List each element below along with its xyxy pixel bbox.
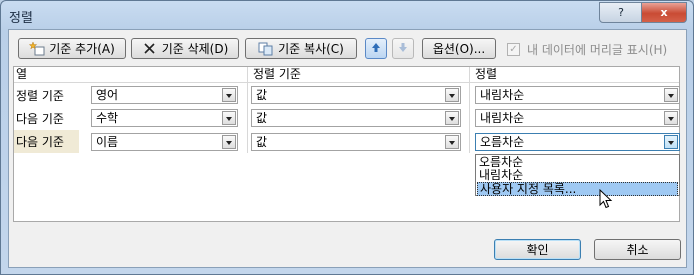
add-level-label: 기준 추가(A) (49, 42, 115, 56)
copy-level-label: 기준 복사(C) (278, 42, 344, 56)
title-bar[interactable]: 정렬 ? x (1, 1, 693, 29)
sort-on-select[interactable]: 값 (251, 109, 461, 127)
arrow-down-icon (398, 42, 408, 56)
chevron-down-icon[interactable] (445, 135, 459, 149)
order-select-value: 내림차순 (480, 88, 525, 102)
row-label: 정렬 기준 (16, 89, 64, 103)
sort-on-select[interactable]: 값 (251, 133, 461, 151)
mouse-pointer-icon (599, 188, 613, 209)
delete-level-button[interactable]: 기준 삭제(D) (131, 38, 239, 59)
sort-on-select-value: 값 (256, 111, 268, 125)
close-button[interactable]: x (641, 2, 687, 23)
delete-x-icon (142, 42, 158, 56)
order-select-value: 내림차순 (480, 111, 525, 125)
row-label-cell: 다음 기준 (14, 107, 79, 130)
options-button[interactable]: 옵션(O)... (422, 38, 496, 59)
column-select[interactable]: 수학 (91, 109, 238, 127)
order-select[interactable]: 내림차순 (475, 109, 680, 127)
order-dropdown-list: 오름차순 내림차순 사용자 지정 목록... (475, 154, 680, 196)
copy-level-button[interactable]: 기준 복사(C) (245, 38, 357, 59)
order-header: 정렬 (475, 67, 498, 81)
move-up-button[interactable] (365, 38, 387, 59)
add-level-button[interactable]: 기준 추가(A) (18, 38, 126, 59)
delete-level-label: 기준 삭제(D) (161, 42, 229, 56)
ok-button[interactable]: 확인 (494, 239, 581, 260)
column-select-value: 이름 (96, 135, 119, 149)
chevron-down-icon[interactable] (445, 88, 459, 102)
move-down-button[interactable] (392, 38, 414, 59)
cancel-button[interactable]: 취소 (594, 239, 681, 260)
chevron-down-icon[interactable] (664, 135, 678, 149)
arrow-up-icon (371, 42, 381, 56)
sort-on-select[interactable]: 값 (251, 86, 461, 104)
dropdown-option-highlighted[interactable]: 사용자 지정 목록... (477, 182, 678, 196)
sort-on-select-value: 값 (256, 88, 268, 102)
chevron-down-icon[interactable] (664, 111, 678, 125)
sort-level-row[interactable]: 다음 기준 수학 값 내림차순 (14, 107, 680, 130)
chevron-down-icon[interactable] (222, 88, 236, 102)
sort-on-select-value: 값 (256, 135, 268, 149)
sort-levels-grid: 열 정렬 기준 정렬 정렬 기준 영어 값 내림차순 다음 기준 수학 값 내림… (13, 66, 680, 222)
header-row-checkbox-label: 내 데이터에 머리글 표시(H) (527, 43, 668, 57)
chevron-down-icon[interactable] (664, 88, 678, 102)
dropdown-option[interactable]: 내림차순 (477, 169, 680, 182)
column-select[interactable]: 이름 (91, 133, 238, 151)
order-select-open[interactable]: 오름차순 (475, 133, 680, 151)
column-select[interactable]: 영어 (91, 86, 238, 104)
row-label-cell: 정렬 기준 (14, 84, 79, 107)
copy-icon (258, 42, 274, 56)
add-level-icon (28, 40, 45, 56)
header-row-checkbox-group[interactable]: ✓ 내 데이터에 머리글 표시(H) (507, 41, 667, 58)
sort-dialog: 정렬 ? x 기준 추가(A) 기준 삭제(D) 기준 복사(C) 옵션(O).… (0, 0, 694, 275)
column-select-value: 수학 (96, 111, 119, 125)
sort-level-row-selected[interactable]: 다음 기준 이름 값 오름차순 (14, 130, 680, 153)
help-button[interactable]: ? (599, 2, 643, 23)
header-row-checkbox[interactable]: ✓ (507, 43, 520, 56)
chevron-down-icon[interactable] (222, 111, 236, 125)
column-select-value: 영어 (96, 88, 119, 102)
sort-on-header: 정렬 기준 (253, 67, 301, 81)
row-label-cell: 다음 기준 (14, 130, 79, 153)
row-label: 다음 기준 (16, 112, 64, 126)
dialog-title: 정렬 (9, 11, 33, 26)
sort-level-row[interactable]: 정렬 기준 영어 값 내림차순 (14, 84, 680, 107)
chevron-down-icon[interactable] (222, 135, 236, 149)
row-label: 다음 기준 (16, 135, 64, 149)
order-select[interactable]: 내림차순 (475, 86, 680, 104)
chevron-down-icon[interactable] (445, 111, 459, 125)
header-divider (14, 82, 679, 83)
column-header: 열 (16, 67, 28, 81)
order-select-value: 오름차순 (480, 135, 525, 149)
dialog-body: 기준 추가(A) 기준 삭제(D) 기준 복사(C) 옵션(O)... ✓ 내 … (8, 29, 687, 268)
